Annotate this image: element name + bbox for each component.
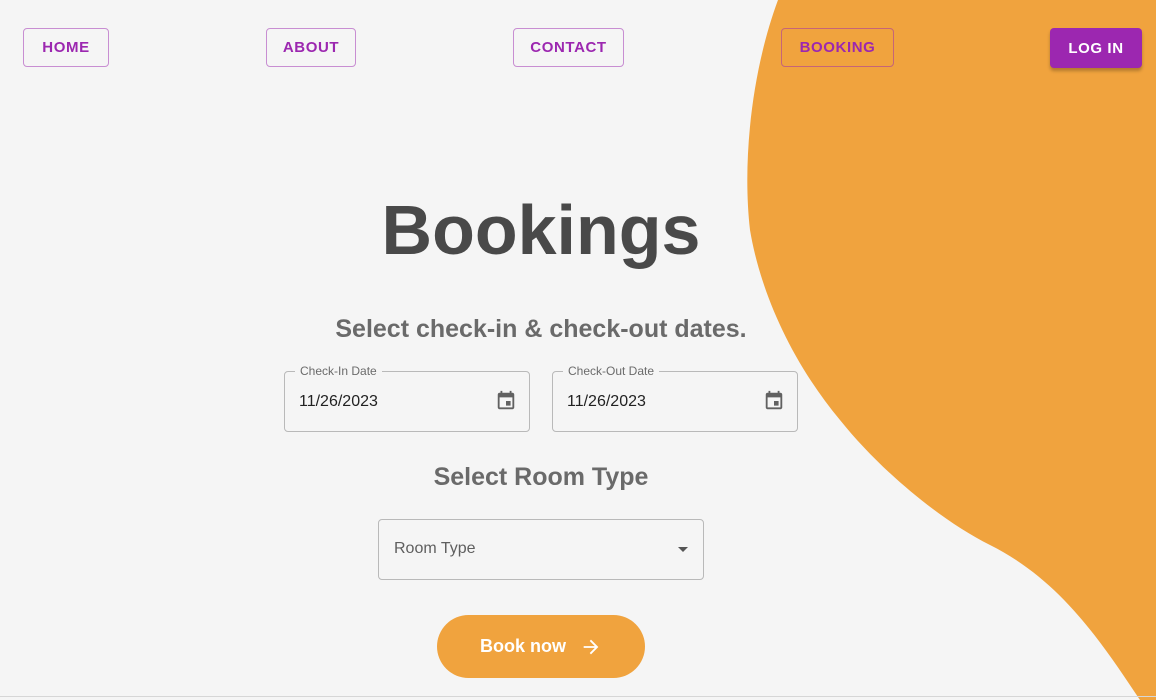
nav-contact-button[interactable]: CONTACT <box>513 28 624 67</box>
check-out-date-field[interactable]: Check-Out Date 11/26/2023 <box>552 364 798 432</box>
calendar-icon[interactable] <box>495 390 517 412</box>
room-type-label: Room Type <box>394 540 476 557</box>
room-type-heading: Select Room Type <box>433 463 649 491</box>
login-button[interactable]: LOG IN <box>1050 28 1142 68</box>
check-in-date-label: Check-In Date <box>295 364 382 378</box>
decorative-orange-blob <box>747 0 1156 700</box>
arrow-right-icon <box>583 639 599 654</box>
dropdown-caret-icon <box>678 547 688 552</box>
book-now-button[interactable]: Book now <box>437 615 645 678</box>
bottom-divider <box>0 696 1156 697</box>
nav-home-button[interactable]: HOME <box>23 28 109 67</box>
book-now-label: Book now <box>480 636 566 656</box>
check-in-date-field[interactable]: Check-In Date 11/26/2023 <box>284 364 530 432</box>
check-in-date-value[interactable]: 11/26/2023 <box>299 393 469 411</box>
page-title: Bookings <box>381 191 701 269</box>
calendar-icon[interactable] <box>763 390 785 412</box>
check-out-date-label: Check-Out Date <box>563 364 660 378</box>
dates-heading: Select check-in & check-out dates. <box>335 315 747 343</box>
check-out-date-value[interactable]: 11/26/2023 <box>567 393 737 411</box>
nav-booking-button[interactable]: BOOKING <box>781 28 894 67</box>
room-type-select[interactable]: Room Type <box>378 519 704 580</box>
nav-about-button[interactable]: ABOUT <box>266 28 356 67</box>
